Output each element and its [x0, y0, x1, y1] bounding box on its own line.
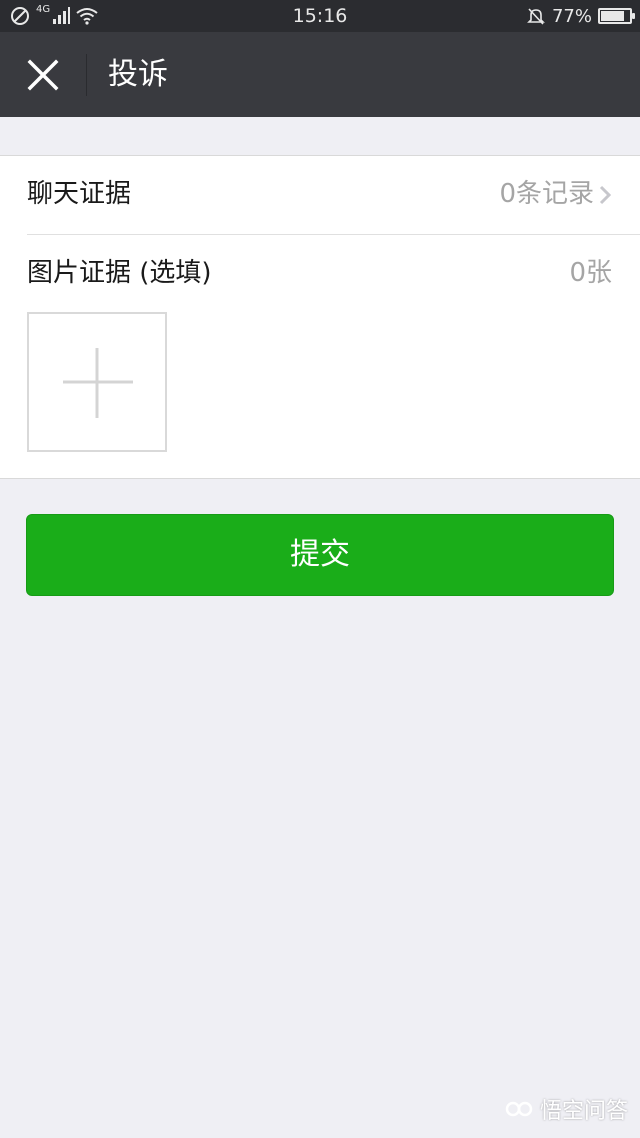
bell-muted-icon [527, 8, 545, 25]
chevron-right-icon [599, 185, 612, 205]
status-bar: 4G 15:16 77% [0, 0, 640, 32]
chat-evidence-count: 0条记录 [499, 179, 594, 209]
submit-button[interactable]: 提交 [26, 514, 614, 596]
nav-bar: 投诉 [0, 32, 640, 117]
photo-evidence-label: 图片证据 (选填) [27, 258, 212, 288]
nav-divider [86, 54, 87, 96]
watermark-text: 悟空问答 [539, 1099, 628, 1124]
watermark: 悟空问答 [504, 1094, 628, 1124]
row-divider [27, 234, 640, 235]
status-right: 77% [526, 0, 635, 32]
page-title: 投诉 [108, 57, 168, 92]
evidence-card: 聊天证据 0条记录 图片证据 (选填) 0张 [0, 155, 640, 479]
battery-percent: 77% [551, 5, 592, 27]
chat-evidence-label: 聊天证据 [27, 179, 132, 209]
close-button[interactable] [18, 50, 68, 100]
battery-icon [598, 8, 635, 24]
battery-fill [601, 11, 625, 21]
plus-icon [63, 348, 133, 418]
wukong-logo-icon [505, 1101, 533, 1117]
photo-evidence-count: 0张 [569, 258, 612, 288]
add-photo-button[interactable] [27, 312, 167, 452]
chat-evidence-row[interactable]: 聊天证据 0条记录 [0, 156, 640, 234]
close-icon [27, 59, 59, 91]
